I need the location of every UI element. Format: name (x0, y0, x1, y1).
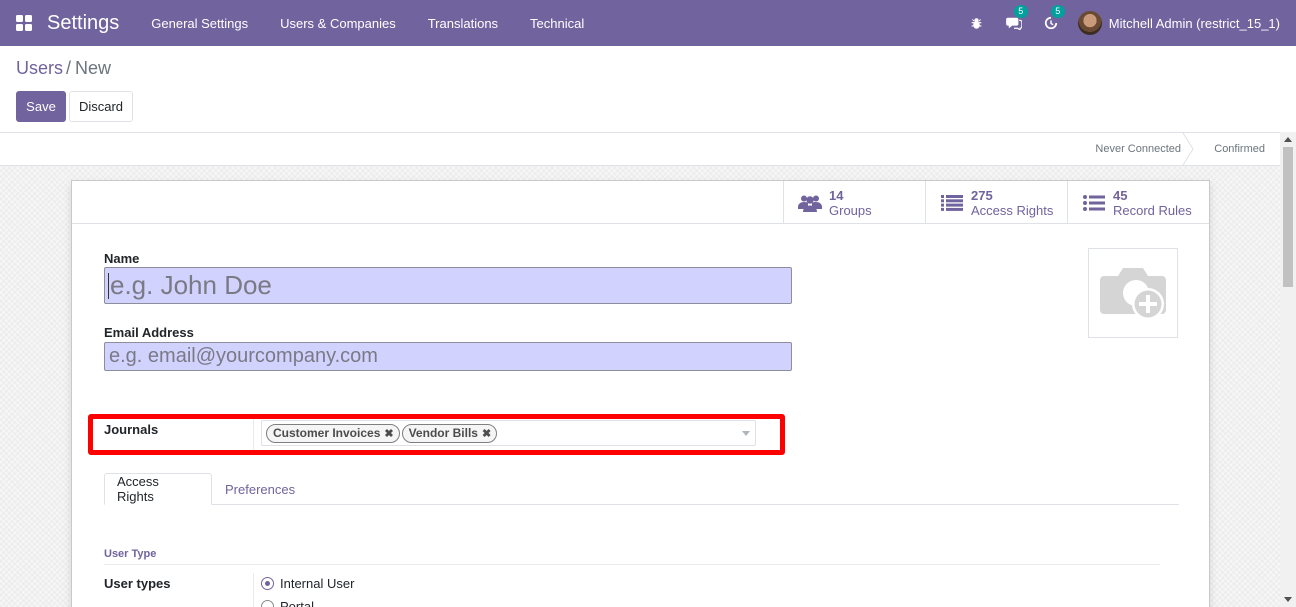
discard-button[interactable]: Discard (69, 91, 133, 122)
user-type-group-title: User Type (104, 548, 157, 560)
radio-internal-user[interactable]: Internal User (261, 576, 354, 591)
tag-label: Vendor Bills (408, 426, 478, 440)
radio-button[interactable] (261, 600, 274, 607)
save-button[interactable]: Save (16, 91, 66, 122)
tag-customer-invoices: Customer Invoices ✖ (266, 423, 400, 443)
apps-grid-icon[interactable] (16, 15, 32, 31)
journals-many2many-field[interactable]: Customer Invoices ✖ Vendor Bills ✖ (261, 420, 756, 446)
journals-label: Journals (104, 422, 159, 437)
record-rules-smart-button[interactable]: 45 Record Rules (1067, 181, 1209, 224)
status-bar: Never Connected Confirmed (0, 132, 1280, 166)
email-input[interactable]: e.g. email@yourcompany.com (104, 342, 792, 371)
stage-confirmed[interactable]: Confirmed (1214, 133, 1265, 165)
scroll-up-icon[interactable] (1284, 137, 1292, 142)
tab-preferences[interactable]: Preferences (213, 473, 307, 505)
camera-add-icon (1100, 268, 1166, 320)
access-rights-smart-button[interactable]: 275 Access Rights (925, 181, 1067, 224)
group-divider (104, 564, 1160, 565)
menu-technical[interactable]: Technical (514, 16, 600, 31)
breadcrumb-current: New (75, 58, 112, 78)
scroll-thumb[interactable] (1283, 147, 1293, 287)
avatar-upload[interactable] (1088, 248, 1178, 338)
user-types-divider (253, 573, 254, 607)
top-navbar: Settings General Settings Users & Compan… (0, 0, 1296, 46)
chevron-down-icon[interactable] (742, 431, 750, 436)
breadcrumb: Users / New (16, 58, 111, 79)
tag-vendor-bills: Vendor Bills ✖ (401, 423, 498, 443)
text-cursor (108, 273, 109, 299)
avatar[interactable] (1077, 11, 1102, 35)
name-input[interactable]: e.g. John Doe (104, 267, 792, 304)
bug-icon[interactable] (967, 13, 987, 33)
name-placeholder: e.g. John Doe (110, 270, 272, 300)
app-title[interactable]: Settings (47, 12, 119, 35)
record-rules-count: 45 (1113, 187, 1128, 203)
users-icon (797, 194, 823, 212)
activities-badge: 5 (1050, 5, 1065, 18)
groups-label: Groups (829, 202, 872, 218)
radio-button-checked[interactable] (261, 577, 274, 590)
breadcrumb-users-link[interactable]: Users (16, 58, 63, 78)
user-menu[interactable]: Mitchell Admin (restrict_15_1) (1109, 16, 1280, 31)
name-label: Name (104, 251, 140, 266)
menu-translations[interactable]: Translations (412, 16, 514, 31)
vertical-scrollbar[interactable] (1280, 132, 1296, 607)
breadcrumb-separator: / (66, 58, 72, 78)
list-icon (939, 194, 965, 211)
radio-portal[interactable]: Portal (261, 599, 314, 607)
close-icon[interactable]: ✖ (482, 427, 491, 440)
stage-separator-icon (1182, 133, 1194, 165)
radio-label: Internal User (280, 576, 355, 591)
journals-divider (253, 419, 254, 450)
groups-count: 14 (829, 187, 844, 203)
tag-label: Customer Invoices (273, 426, 381, 440)
list-icon (1081, 194, 1107, 211)
chat-icon[interactable]: 5 (1004, 5, 1028, 33)
smart-button-box: 14 Groups 275 Access Rights 45 Record Ru… (72, 181, 1209, 224)
clock-icon[interactable]: 5 (1041, 5, 1065, 33)
stage-never-connected[interactable]: Never Connected (1095, 133, 1181, 165)
record-rules-label: Record Rules (1113, 202, 1192, 218)
menu-users-companies[interactable]: Users & Companies (264, 16, 412, 31)
menu-general-settings[interactable]: General Settings (135, 16, 264, 31)
groups-smart-button[interactable]: 14 Groups (783, 181, 925, 224)
form-sheet: 14 Groups 275 Access Rights 45 Record Ru… (71, 180, 1210, 607)
access-rights-count: 275 (971, 187, 993, 203)
email-label: Email Address (104, 325, 194, 340)
tab-access-rights[interactable]: Access Rights (104, 473, 212, 505)
scroll-down-icon[interactable] (1284, 597, 1292, 602)
messages-badge: 5 (1013, 5, 1028, 18)
close-icon[interactable]: ✖ (384, 427, 393, 440)
radio-label: Portal (280, 599, 314, 607)
access-rights-label: Access Rights (971, 202, 1054, 218)
user-types-label: User types (104, 576, 171, 591)
